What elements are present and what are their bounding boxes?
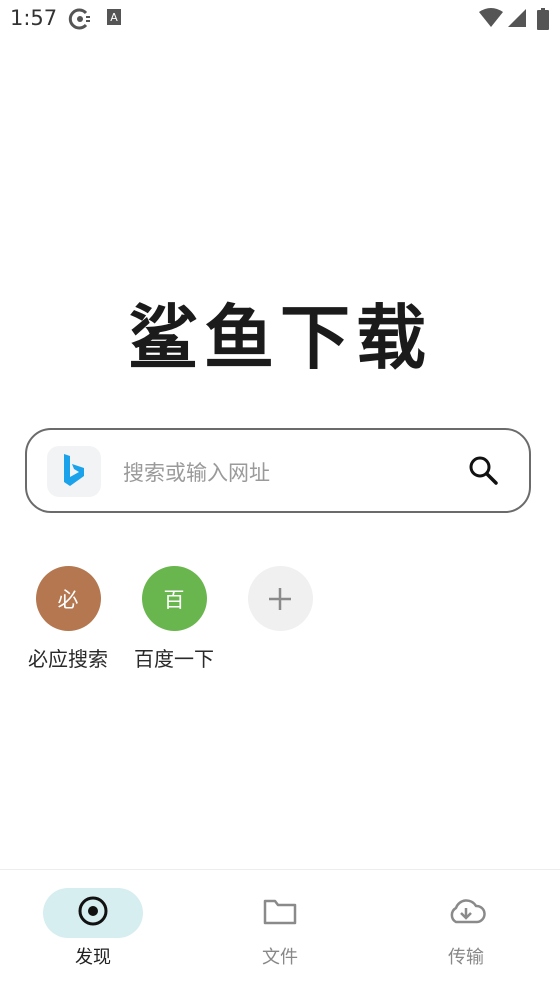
- nav-label: 发现: [75, 947, 111, 968]
- nav-icon-wrap: [230, 888, 330, 938]
- app-logo: 鲨鱼下载: [128, 297, 432, 379]
- bing-icon: [62, 453, 86, 491]
- nav-tab-files[interactable]: 文件: [210, 888, 350, 969]
- nav-tab-discover[interactable]: 发现: [23, 888, 163, 969]
- folder-icon: [263, 897, 297, 929]
- search-engine-selector[interactable]: [47, 446, 101, 497]
- nav-label: 传输: [448, 947, 484, 968]
- cloud-download-icon: [446, 897, 486, 929]
- search-input[interactable]: [121, 450, 445, 496]
- battery-icon: [537, 8, 549, 34]
- nav-tab-transfer[interactable]: 传输: [396, 888, 536, 969]
- shortcut-label: 百度一下: [134, 647, 214, 671]
- search-bar[interactable]: [25, 428, 531, 513]
- signal-icon: [507, 8, 527, 32]
- shortcut-icon: 百: [141, 566, 207, 631]
- sync-icon: [68, 8, 92, 34]
- add-shortcut-button[interactable]: [230, 566, 330, 631]
- discover-icon: [77, 895, 109, 931]
- bottom-nav: 发现 文件 传输: [0, 869, 560, 996]
- nav-icon-wrap: [416, 888, 516, 938]
- status-bar: 1:57 A: [0, 0, 560, 38]
- status-time: 1:57: [10, 6, 58, 30]
- shortcut-initial: 百: [163, 587, 185, 612]
- shortcut-initial: 必: [57, 587, 79, 612]
- nav-label: 文件: [262, 947, 298, 968]
- text-a-icon: A: [106, 8, 122, 32]
- wifi-icon: [479, 8, 503, 32]
- shortcut-label: 必应搜索: [28, 647, 108, 671]
- svg-text:A: A: [110, 11, 118, 24]
- nav-active-indicator: [43, 888, 143, 938]
- shortcut-grid: 必 必应搜索 百 百度一下: [0, 566, 560, 686]
- plus-icon: [247, 566, 313, 631]
- shortcut-bing[interactable]: 必 必应搜索: [18, 566, 118, 672]
- shortcut-baidu[interactable]: 百 百度一下: [124, 566, 224, 672]
- search-icon: [468, 455, 498, 489]
- shortcut-icon: 必: [35, 566, 101, 631]
- search-button[interactable]: [467, 456, 499, 488]
